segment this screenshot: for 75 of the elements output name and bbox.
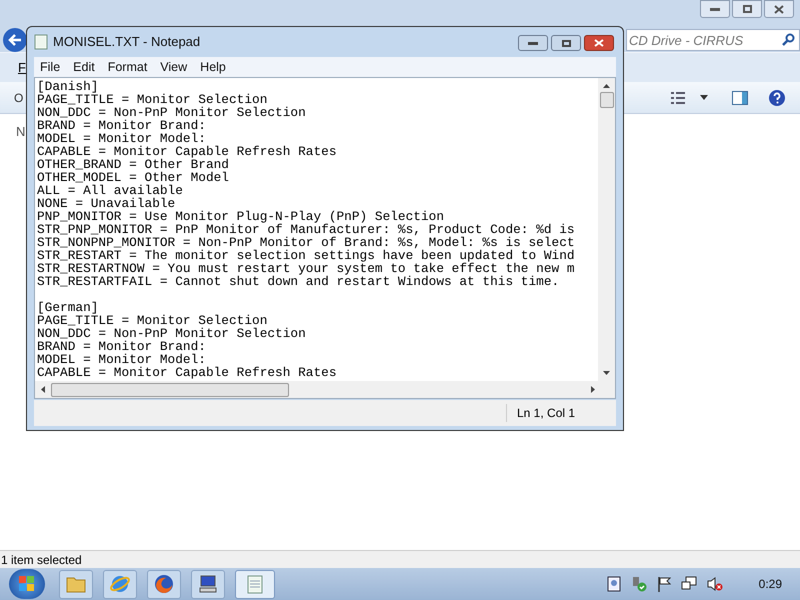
text-line: OTHER_MODEL = Other Model: [37, 171, 229, 184]
clock[interactable]: 0:29: [758, 575, 782, 593]
device-icon[interactable]: [606, 576, 621, 592]
globe-e-icon: [109, 573, 131, 595]
text-line: NONE = Unavailable: [37, 197, 176, 210]
search-icon: [782, 33, 795, 46]
scroll-up-icon[interactable]: [603, 84, 610, 88]
horizontal-scrollbar[interactable]: [35, 381, 615, 398]
dropdown-arrow-icon[interactable]: [700, 95, 708, 100]
text-line: PNP_MONITOR = Use Monitor Plug-N-Play (PnP) Selection: [37, 210, 444, 223]
notepad-icon: [34, 34, 48, 50]
search-field[interactable]: CD Drive - CIRRUS: [626, 29, 800, 51]
close-icon: [774, 4, 784, 14]
scroll-thumb[interactable]: [51, 382, 289, 396]
back-button[interactable]: [3, 28, 27, 52]
minimize-button[interactable]: [518, 35, 548, 51]
view-list-icon[interactable]: [670, 90, 686, 104]
text-line: [German]: [37, 301, 98, 314]
volume-muted-icon[interactable]: [706, 576, 723, 592]
taskbar-button[interactable]: [191, 570, 225, 598]
close-button[interactable]: [764, 0, 794, 18]
nav-item[interactable]: N: [16, 124, 26, 139]
globe-icon: [153, 573, 175, 595]
menu-item[interactable]: File: [40, 58, 60, 76]
close-icon: [594, 39, 604, 47]
status-text: 1 item selected: [1, 552, 82, 568]
text-line: OTHER_BRAND = Other Brand: [37, 158, 229, 171]
text-line: BRAND = Monitor Brand:: [37, 340, 206, 353]
scroll-right-icon[interactable]: [591, 386, 595, 393]
taskbar-button[interactable]: [235, 570, 275, 598]
window-title: MONISEL.TXT - Notepad: [53, 33, 200, 52]
menu-item[interactable]: F: [18, 58, 26, 78]
text-line: NON_DDC = Non-PnP Monitor Selection: [37, 106, 306, 119]
text-line: PAGE_TITLE = Monitor Selection: [37, 314, 268, 327]
folder-icon: [66, 575, 86, 593]
text-line: ALL = All available: [37, 184, 183, 197]
close-button[interactable]: [584, 35, 614, 51]
back-arrow-icon: [8, 34, 22, 46]
text-line: MODEL = Monitor Model:: [37, 353, 206, 366]
text-line: STR_RESTARTFAIL = Cannot shut down and restart Windows at this time.: [37, 275, 560, 288]
menu-item[interactable]: View: [160, 58, 188, 76]
windows-logo-icon: [19, 576, 35, 592]
maximize-button[interactable]: [551, 35, 581, 51]
text-line: BRAND = Monitor Brand:: [37, 119, 206, 132]
notepad-icon: [246, 574, 264, 594]
text-line: NON_DDC = Non-PnP Monitor Selection: [37, 327, 306, 340]
cursor-position: Ln 1, Col 1: [506, 404, 616, 422]
text-line: PAGE_TITLE = Monitor Selection: [37, 93, 268, 106]
text-line: CAPABLE = Monitor Capable Refresh Rates: [37, 366, 336, 379]
network-icon[interactable]: [680, 576, 697, 592]
scroll-down-icon[interactable]: [603, 371, 610, 375]
restore-button[interactable]: [732, 0, 762, 18]
text-line: MODEL = Monitor Model:: [37, 132, 206, 145]
flag-icon[interactable]: [656, 576, 671, 592]
preview-pane-icon[interactable]: [732, 90, 748, 104]
text-line: STR_RESTARTNOW = You must restart your system to take effect the new m: [37, 262, 575, 275]
toolbar-button[interactable]: O: [14, 88, 24, 106]
text-line: [Danish]: [37, 80, 98, 93]
menu-item[interactable]: Help: [200, 58, 226, 76]
text-line: STR_RESTART = The monitor selection settings have been updated to Wind: [37, 249, 575, 262]
text-line: STR_PNP_MONITOR = PnP Monitor of Manufacturer: %s, Product Code: %d is: [37, 223, 575, 236]
scroll-thumb[interactable]: [600, 92, 614, 108]
start-button[interactable]: [9, 569, 45, 599]
help-icon[interactable]: [768, 88, 786, 106]
usb-check-icon[interactable]: [630, 576, 647, 592]
scroll-left-icon[interactable]: [41, 386, 45, 393]
computer-icon: [198, 574, 218, 594]
taskbar-button[interactable]: [147, 570, 181, 598]
vertical-scrollbar[interactable]: [598, 78, 615, 381]
menu-item[interactable]: Format: [108, 58, 148, 76]
minimize-button[interactable]: [700, 0, 730, 18]
text-line: CAPABLE = Monitor Capable Refresh Rates: [37, 145, 336, 158]
text-line: STR_NONPNP_MONITOR = Non-PnP Monitor of Brand: %s, Model: %s is select: [37, 236, 575, 249]
text-area[interactable]: [34, 77, 616, 399]
menu-item[interactable]: Edit: [73, 58, 95, 76]
